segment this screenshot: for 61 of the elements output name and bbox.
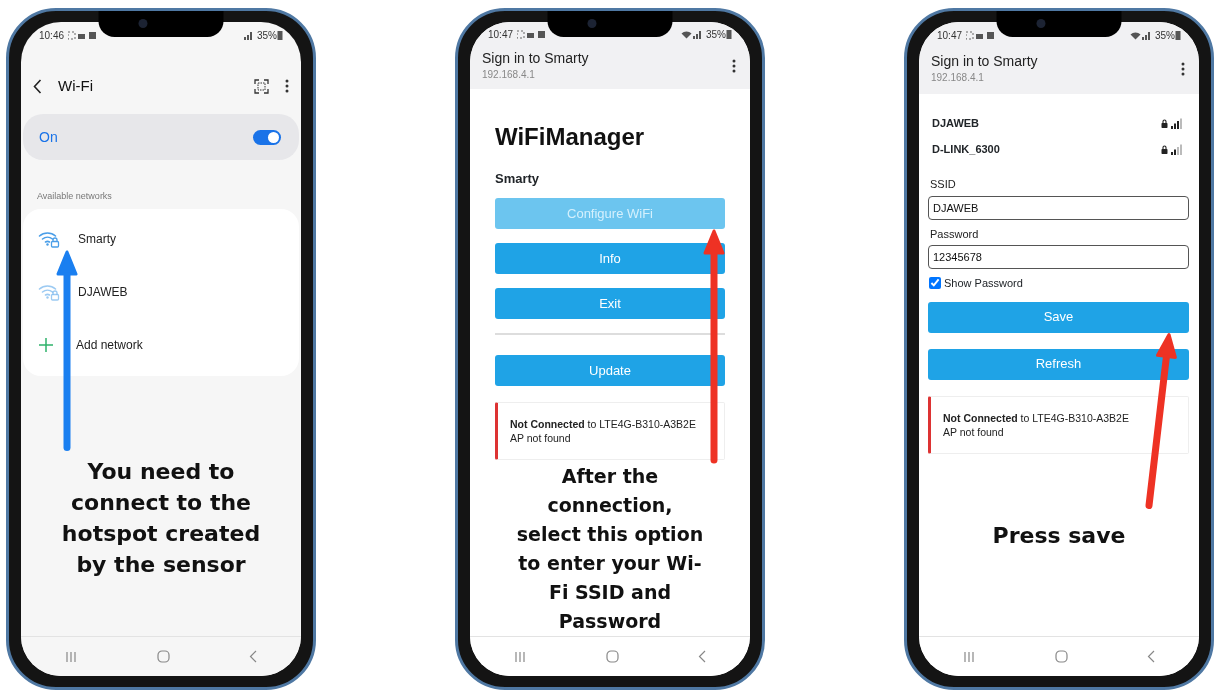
wifi-icon bbox=[1130, 30, 1141, 40]
more-options-icon[interactable] bbox=[285, 79, 289, 93]
qr-scan-icon[interactable] bbox=[254, 78, 269, 94]
checkbox-label: Show Password bbox=[944, 276, 1023, 291]
back-icon[interactable] bbox=[33, 78, 42, 94]
ssid-field[interactable]: DJAWEB bbox=[928, 195, 1189, 220]
lock-signal-icon bbox=[1161, 117, 1183, 129]
section-label: Available networks bbox=[36, 190, 113, 203]
wifi-lock-icon bbox=[38, 230, 60, 248]
instruction-caption: After the connection, select this option to enter your Wi-Fi SSID and Password bbox=[515, 464, 705, 634]
password-field[interactable]: 12345678 bbox=[928, 245, 1189, 269]
battery-icon bbox=[277, 30, 283, 40]
page-title: Sign in to Smarty bbox=[482, 49, 590, 67]
network-name[interactable]: D-LINK_6300 bbox=[932, 140, 1000, 158]
wifi-icon bbox=[681, 29, 692, 39]
more-options-icon[interactable] bbox=[732, 58, 736, 73]
notification-icons-drawing bbox=[517, 29, 548, 39]
recent-apps-icon[interactable] bbox=[514, 650, 526, 663]
screen-title: Wi-Fi bbox=[58, 75, 94, 96]
toggle-label: On bbox=[39, 127, 58, 147]
clock-time: 10:46 bbox=[39, 28, 65, 43]
clock-time: 10:47 bbox=[937, 28, 963, 43]
plus-icon[interactable] bbox=[38, 337, 54, 353]
instruction-caption: Press save bbox=[991, 521, 1127, 550]
recent-apps-icon[interactable] bbox=[65, 650, 77, 663]
network-name[interactable]: DJAWEB bbox=[78, 283, 128, 301]
battery-icon bbox=[1175, 30, 1181, 40]
battery-icon bbox=[726, 29, 732, 40]
battery-percent: 35% bbox=[257, 28, 277, 43]
status-detail: AP not found bbox=[943, 424, 1005, 439]
notification-icons-drawing bbox=[68, 30, 99, 40]
instruction-caption: You need to connect to the hotspot created by the sensor bbox=[60, 457, 262, 579]
battery-percent: 35% bbox=[1155, 28, 1175, 43]
lock-signal-icon bbox=[1161, 143, 1183, 155]
more-options-icon[interactable] bbox=[1181, 62, 1185, 76]
home-icon[interactable] bbox=[605, 650, 619, 663]
status-detail: AP not found bbox=[510, 431, 572, 445]
network-name[interactable]: DJAWEB bbox=[932, 114, 980, 132]
notification-icons-drawing bbox=[966, 30, 997, 40]
page-heading: WiFiManager bbox=[495, 121, 646, 152]
toggle-switch[interactable] bbox=[253, 129, 281, 145]
recent-apps-icon[interactable] bbox=[963, 650, 975, 663]
status-message: Not Connected to LTE4G-B310-A3B2E bbox=[510, 417, 697, 431]
signal-icon bbox=[243, 30, 253, 40]
field-label: SSID bbox=[930, 177, 957, 192]
home-icon[interactable] bbox=[156, 650, 170, 663]
status-message: Not Connected to LTE4G-B310-A3B2E bbox=[943, 410, 1130, 425]
home-icon[interactable] bbox=[1054, 650, 1068, 663]
wifi-lock-icon bbox=[38, 283, 60, 301]
page-address: 192.168.4.1 bbox=[482, 67, 536, 82]
page-address: 192.168.4.1 bbox=[931, 71, 985, 85]
page-title: Sign in to Smarty bbox=[931, 53, 1039, 70]
add-network-link[interactable]: Add network bbox=[76, 336, 143, 354]
clock-time: 10:47 bbox=[488, 27, 514, 42]
field-label: Password bbox=[930, 226, 980, 242]
show-password-checkbox[interactable] bbox=[929, 277, 941, 290]
battery-percent: 35% bbox=[706, 27, 726, 42]
network-name[interactable]: Smarty bbox=[78, 230, 116, 248]
signal-icon bbox=[1141, 30, 1151, 40]
device-name: Smarty bbox=[495, 169, 541, 188]
signal-icon bbox=[692, 29, 702, 39]
